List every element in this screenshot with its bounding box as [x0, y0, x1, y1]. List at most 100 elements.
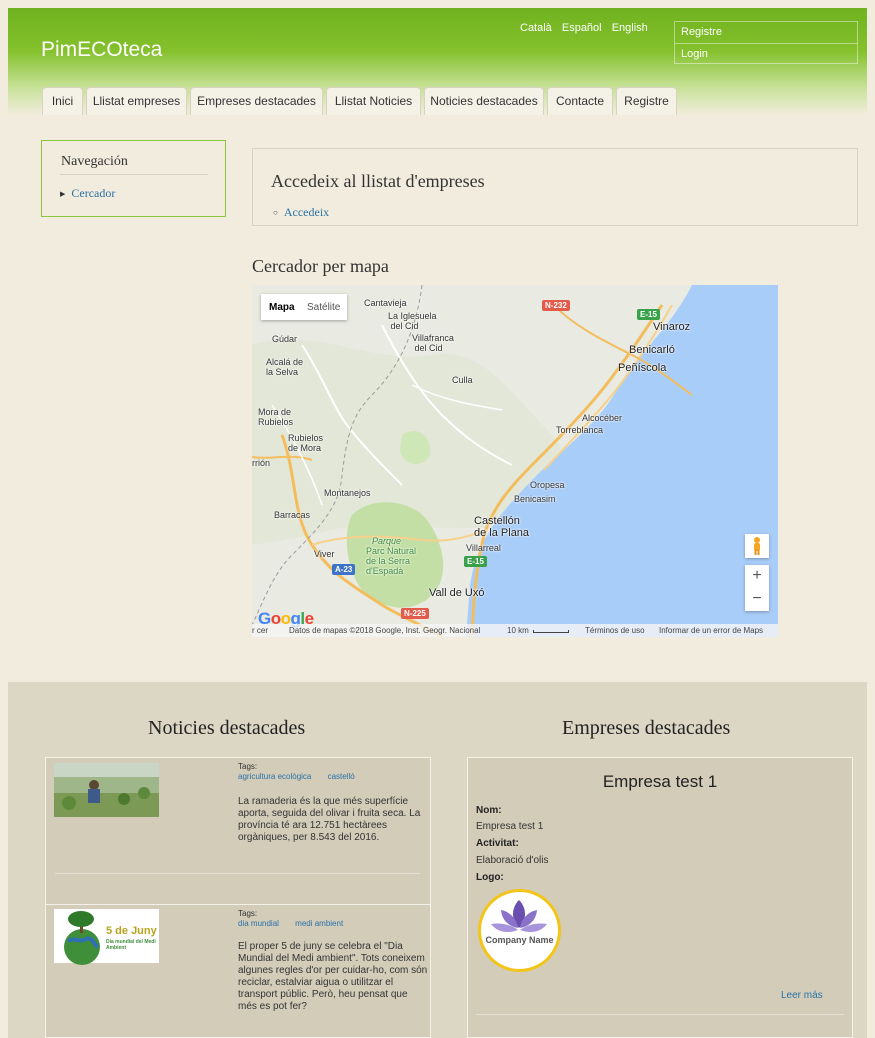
map-label: Mora de Rubielos [258, 407, 294, 427]
tab-registre[interactable]: Registre [616, 87, 677, 115]
sidebar-item-cercador[interactable]: ▶ Cercador [60, 186, 115, 201]
map-type-mapa[interactable]: Mapa [269, 302, 295, 313]
scale-bar [533, 630, 569, 633]
map-label: Alcalá de la Selva [266, 357, 304, 377]
companies-panel: Empresa test 1 Nom: Empresa test 1 Activ… [467, 757, 853, 1038]
tags-list: agricultura ecològica castelló [238, 772, 355, 781]
map-label: Torreblanca [556, 425, 604, 435]
register-link[interactable]: Registre [675, 22, 857, 43]
map-label: Montanejos [324, 488, 371, 498]
tab-inici[interactable]: Inici [42, 87, 83, 115]
lang-english[interactable]: English [612, 22, 648, 34]
tab-llistat-empreses[interactable]: Llistat empreses [86, 87, 187, 115]
tags-label: Tags: [238, 909, 258, 918]
list-item: 5 de Juny Dia mundial del Medi Ambient T… [46, 905, 430, 1038]
listing-title: Accedeix al llistat d'empreses [271, 171, 485, 191]
map-label: Benicarló [629, 344, 675, 356]
map-label: Barracas [274, 510, 311, 520]
nom-value: Empresa test 1 [476, 821, 544, 832]
activitat-label: Activitat: [476, 838, 519, 849]
road-shield: N-225 [401, 608, 429, 619]
tab-empreses-destacades[interactable]: Empreses destacades [190, 87, 323, 115]
map-attribution: r cer Datos de mapas ©2018 Google, Inst.… [252, 624, 778, 637]
circle-bullet-icon: ○ [273, 208, 278, 217]
road-shield: E-15 [464, 556, 487, 567]
map-terms-link[interactable]: Términos de uso [585, 624, 645, 637]
listing-item: ○ Accedeix [273, 205, 329, 220]
map-label: Peñíscola [618, 362, 667, 374]
news-summary: El proper 5 de juny se celebra el "Dia M… [238, 941, 428, 1012]
map-type-control: Mapa Satélite [261, 294, 347, 320]
activitat-value: Elaboració d'olis [476, 855, 549, 866]
map-label: Benicasim [514, 494, 556, 504]
map-label: Parc Natural de la Serra d'Espadà [366, 546, 417, 576]
map-title: Cercador per mapa [252, 256, 389, 276]
map-attribution-left: r cer [252, 626, 268, 635]
road-shield: N-232 [542, 300, 570, 311]
companies-section-title: Empreses destacades [562, 717, 731, 739]
accedeix-link[interactable]: Accedeix [284, 205, 329, 219]
list-item: Tags: agricultura ecològica castelló La … [46, 758, 430, 903]
navigation-title: Navegación [61, 154, 128, 169]
map-label: Cantavieja [364, 298, 407, 308]
site-name[interactable]: PimECOteca [41, 38, 162, 62]
map-report-link[interactable]: Informar de un error de Maps [659, 624, 763, 637]
road-shield: E-15 [637, 309, 660, 320]
zoom-out-button[interactable]: − [745, 588, 769, 611]
language-switcher: Català Español English [520, 22, 655, 34]
map-label: Castellón de la Plana [474, 515, 530, 539]
divider [60, 174, 208, 175]
map-label: Parque [372, 536, 402, 546]
listing-block: Accedeix al llistat d'empreses ○ Accedeix [252, 148, 858, 226]
tab-llistat-noticies[interactable]: Llistat Noticies [326, 87, 421, 115]
lang-espanol[interactable]: Español [562, 22, 602, 34]
map-label: Vinaroz [653, 321, 691, 333]
tags-list: dia mundial medi ambient [238, 919, 343, 928]
navigation-block: Navegación ▶ Cercador [41, 140, 226, 217]
thumb-subtitle: Dia mundial del Medi Ambient [106, 939, 156, 951]
tag-link[interactable]: dia mundial [238, 919, 279, 928]
road-shield: A-23 [332, 564, 356, 575]
news-summary: La ramaderia és la que més superfície ap… [238, 796, 421, 843]
map-label: Alcocéber [582, 413, 623, 423]
triangle-right-icon: ▶ [60, 190, 66, 198]
read-more-link[interactable]: Leer más [781, 990, 823, 1001]
map-label: rrión [252, 458, 271, 468]
tab-noticies-destacades[interactable]: Noticies destacades [424, 87, 544, 115]
map-label: Viver [314, 549, 335, 559]
user-menu: Registre Login [674, 21, 858, 64]
news-section-title: Noticies destacades [148, 717, 306, 739]
map-label: Villarreal [466, 543, 501, 553]
tag-link[interactable]: agricultura ecològica [238, 772, 311, 781]
tags-label: Tags: [238, 762, 258, 771]
map-canvas[interactable]: Mapa Satélite Cantavieja La Iglesuela de… [252, 285, 778, 637]
map-label: Culla [452, 375, 473, 385]
thumb-title: 5 de Juny [106, 925, 157, 937]
news-panel: Tags: agricultura ecològica castelló La … [45, 757, 431, 1038]
company-logo-text: Company Name [485, 935, 554, 945]
map-label: Gúdar [272, 334, 298, 344]
news-thumbnail[interactable] [54, 763, 159, 817]
map-scale: 10 km [507, 624, 569, 637]
zoom-in-button[interactable]: + [745, 565, 769, 588]
divider [55, 873, 420, 874]
sidebar-item-label[interactable]: Cercador [71, 186, 115, 200]
pegman-icon[interactable] [745, 534, 769, 558]
tag-link[interactable]: medi ambient [295, 919, 343, 928]
tag-link[interactable]: castelló [328, 772, 355, 781]
company-logo: Company Name [478, 889, 561, 972]
map-data-credit: Datos de mapas ©2018 Google, Inst. Geogr… [289, 626, 481, 635]
login-link[interactable]: Login [675, 43, 857, 64]
news-thumbnail[interactable]: 5 de Juny Dia mundial del Medi Ambient [54, 909, 159, 965]
divider [476, 1014, 844, 1015]
nom-label: Nom: [476, 805, 502, 816]
tab-contacte[interactable]: Contacte [547, 87, 613, 115]
map-label: Oropesa [530, 480, 565, 490]
map-label: Villafranca del Cid [412, 333, 454, 353]
map-label: La Iglesuela del Cid [388, 311, 437, 331]
map-scale-label: 10 km [507, 626, 529, 635]
map-type-satelite[interactable]: Satélite [307, 302, 340, 313]
company-name: Empresa test 1 [602, 772, 718, 791]
lang-catala[interactable]: Català [520, 22, 552, 34]
logo-label: Logo: [476, 872, 504, 883]
